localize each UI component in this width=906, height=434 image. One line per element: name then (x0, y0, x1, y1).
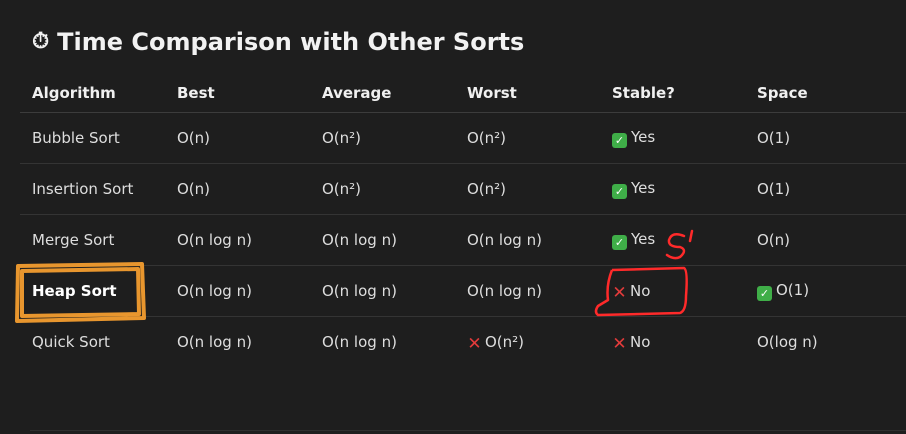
cell-worst: ✕ O(n²) (455, 317, 600, 368)
comparison-table: Algorithm Best Average Worst Stable? Spa… (20, 73, 906, 367)
cell-average: O(n²) (310, 112, 455, 164)
cell-best: O(n log n) (165, 214, 310, 266)
cross-icon: ✕ (467, 333, 482, 354)
check-icon: ✓ (612, 235, 627, 250)
header-space: Space (745, 73, 906, 113)
header-best: Best (165, 73, 310, 113)
header-algorithm: Algorithm (20, 73, 165, 113)
cell-stable: ✓ Yes (600, 112, 745, 164)
table-row: Merge Sort O(n log n) O(n log n) O(n log… (20, 214, 906, 266)
worst-value: O(n²) (485, 332, 525, 351)
cell-algorithm: Insertion Sort (20, 163, 165, 215)
check-icon: ✓ (757, 286, 772, 301)
cell-space: O(1) (745, 112, 906, 164)
cell-algorithm: Heap Sort (20, 265, 165, 317)
check-icon: ✓ (612, 133, 627, 148)
bottom-divider (30, 430, 906, 431)
cell-worst: O(n log n) (455, 214, 600, 266)
cross-icon: ✕ (612, 282, 627, 303)
cell-best: O(n) (165, 163, 310, 215)
cell-algorithm: Quick Sort (32, 333, 110, 351)
space-value: O(1) (776, 281, 810, 299)
stable-value: No (630, 281, 651, 300)
stable-value: Yes (631, 230, 656, 248)
table-header-row: Algorithm Best Average Worst Stable? Spa… (20, 73, 906, 113)
cell-best: O(n) (165, 112, 310, 164)
cell-stable: ✓ Yes (600, 214, 745, 266)
cell-worst: O(n²) (455, 163, 600, 215)
cell-worst: O(n log n) (455, 265, 600, 317)
cell-worst: O(n²) (455, 112, 600, 164)
table-row: Insertion Sort O(n) O(n²) O(n²) ✓ Yes O(1… (20, 163, 906, 215)
header-stable: Stable? (600, 73, 745, 113)
cell-stable: ✕ No (600, 317, 745, 368)
cell-space: O(1) (745, 163, 906, 215)
check-icon: ✓ (612, 184, 627, 199)
header-average: Average (310, 73, 455, 113)
cell-stable: ✕ No (600, 265, 745, 317)
cell-average: O(n log n) (322, 333, 397, 351)
header-worst: Worst (455, 73, 600, 113)
cell-average: O(n²) (310, 163, 455, 215)
cell-space: O(n) (745, 214, 906, 266)
cross-icon: ✕ (612, 333, 627, 354)
cell-average: O(n log n) (310, 214, 455, 266)
cell-space: ✓ O(1) (745, 265, 906, 317)
table-row: Quick Sort O(n log n) O(n log n) ✕ O(n²) … (20, 317, 906, 368)
table-row: Bubble Sort O(n) O(n²) O(n²) ✓ Yes O(1) (20, 112, 906, 164)
stable-value: Yes (631, 179, 656, 197)
table-row-heap-sort: Heap Sort O(n log n) O(n log n) O(n log … (20, 265, 906, 317)
page-title: ⏱ Time Comparison with Other Sorts (32, 28, 524, 56)
stable-value: No (630, 332, 651, 351)
cell-algorithm: Merge Sort (20, 214, 165, 266)
stable-value: Yes (631, 128, 656, 146)
cell-algorithm: Bubble Sort (20, 112, 165, 164)
cell-best: O(n log n) (177, 333, 252, 351)
cell-average: O(n log n) (310, 265, 455, 317)
cell-space: O(log n) (757, 333, 818, 351)
stopwatch-icon: ⏱ (32, 29, 50, 54)
cell-stable: ✓ Yes (600, 163, 745, 215)
page-title-text: Time Comparison with Other Sorts (57, 28, 525, 56)
cell-best: O(n log n) (165, 265, 310, 317)
